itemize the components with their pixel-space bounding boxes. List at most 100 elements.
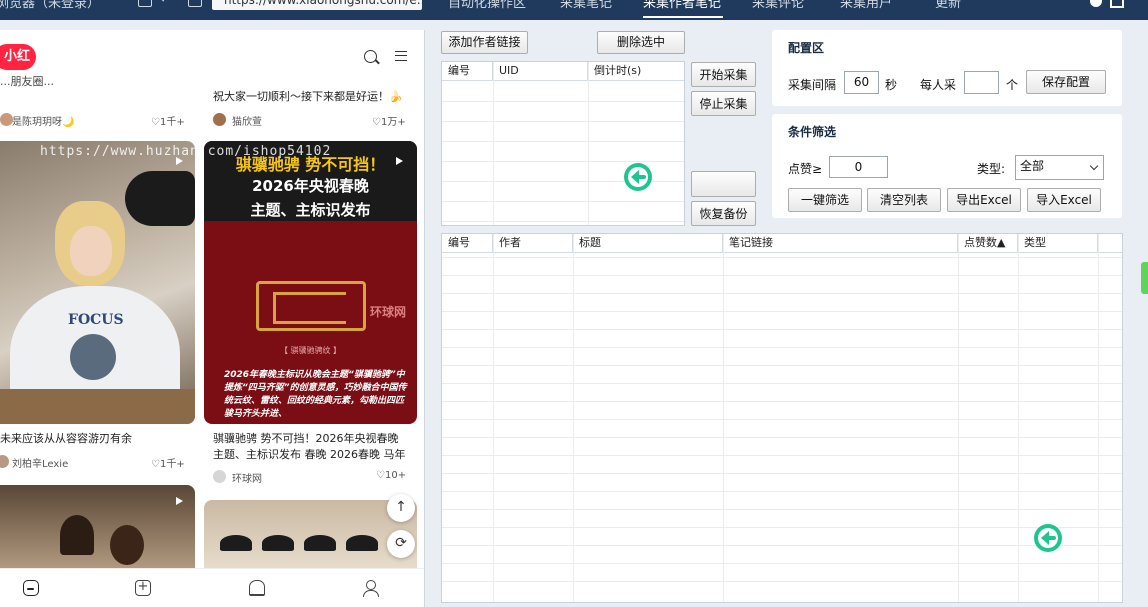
hat-shape	[346, 535, 378, 551]
document-icon[interactable]	[138, 0, 152, 7]
column-header[interactable]: 标题	[573, 234, 723, 253]
import-excel-button[interactable]: 导入Excel	[1027, 188, 1101, 212]
back-arrow-icon[interactable]	[624, 163, 652, 191]
qr-code-icon[interactable]	[1110, 0, 1124, 8]
card-title[interactable]: 骐骥驰骋 势不可挡！2026年央视春晚主题、主标识发布 春晚 2026春晚 马年	[213, 431, 408, 463]
card-author[interactable]: 是陈玥玥呀🌙	[12, 113, 74, 128]
folder-icon[interactable]	[188, 0, 202, 7]
column-header[interactable]: UID	[493, 62, 588, 81]
column-header[interactable]: 点赞数▲	[958, 234, 1018, 253]
back-arrow-icon[interactable]: ↩	[160, 0, 172, 7]
refresh-button[interactable]: ⟳	[387, 530, 415, 558]
column-header[interactable]: 类型	[1018, 234, 1098, 253]
grid-line	[442, 311, 1122, 312]
table-header: 编号 作者 标题 笔记链接 点赞数▲ 类型	[442, 234, 1122, 253]
likes-min-input[interactable]: 0	[829, 156, 888, 178]
poster-subline: 主题、主标识发布	[250, 201, 371, 219]
blank-button[interactable]	[691, 171, 756, 197]
search-icon[interactable]	[364, 50, 377, 63]
start-collect-button[interactable]: 开始采集	[691, 62, 756, 87]
poster-description: 2026年春晚主标识从晚会主题“骐骥驰骋”中提炼“四马齐驱”的创意灵感，巧妙融合…	[224, 370, 407, 419]
grid-line	[442, 509, 1122, 510]
column-header[interactable]: 笔记链接	[723, 234, 958, 253]
person-face	[70, 226, 112, 276]
profile-icon[interactable]	[362, 580, 379, 597]
card-likes[interactable]: ♡1千+	[151, 113, 185, 128]
restore-backup-button[interactable]: 恢复备份	[691, 201, 756, 226]
card-title[interactable]: ...朋友圈...	[0, 74, 195, 104]
tab-update[interactable]: 更新	[935, 0, 961, 11]
stop-collect-button[interactable]: 停止采集	[691, 91, 756, 116]
card-likes-count: 1万+	[380, 117, 406, 128]
type-select[interactable]: 全部	[1015, 155, 1104, 180]
add-post-icon[interactable]: +	[135, 580, 151, 596]
poster-subline: 2026年央视春晚	[252, 177, 369, 195]
menu-icon[interactable]	[395, 51, 407, 61]
tab-collect-notes[interactable]: 采集笔记	[560, 0, 612, 11]
author-table[interactable]: 编号 UID 倒计时(s)	[441, 61, 685, 226]
xiaohongshu-logo: 小红书	[0, 44, 36, 90]
column-header[interactable]: 倒计时(s)	[588, 62, 684, 81]
scroll-top-button[interactable]: ↑	[387, 494, 415, 522]
save-config-button[interactable]: 保存配置	[1026, 70, 1106, 94]
grid-line	[442, 121, 684, 122]
export-excel-button[interactable]: 导出Excel	[947, 188, 1021, 212]
delete-selected-button[interactable]: 删除选中	[597, 31, 685, 54]
grid-line	[442, 473, 1122, 474]
config-panel: 配置区 采集间隔 60 秒 每人采 个 保存配置	[772, 30, 1122, 106]
heart-icon: ♡	[372, 117, 381, 128]
note-cover-image[interactable]: FOCUS	[0, 141, 195, 424]
per-person-unit: 个	[1006, 78, 1019, 92]
side-handle[interactable]	[1141, 262, 1148, 294]
grid-line	[442, 257, 1122, 258]
grid-line	[442, 161, 684, 162]
notification-bell-icon[interactable]	[249, 580, 265, 596]
address-bar[interactable]: https://www.xiaohongshu.com/e...	[212, 0, 422, 10]
tab-automation[interactable]: 自动化操作区	[448, 0, 526, 11]
top-bar: 浏览器（未登录） ↩ https://www.xiaohongshu.com/e…	[0, 0, 1148, 20]
card-author[interactable]: 猫欣萱	[232, 113, 262, 128]
interval-input[interactable]: 60	[844, 71, 879, 94]
note-cover-image[interactable]: 骐骥驰骋 势不可挡！ 2026年央视春晚 主题、主标识发布 环球网 【 骐骥驰骋…	[204, 141, 417, 424]
poster-caption: 【 骐骥驰骋纹 】	[279, 346, 342, 355]
card-likes[interactable]: ♡1万+	[372, 113, 406, 128]
card-likes-count: 1千+	[159, 459, 185, 470]
user-icon[interactable]	[1090, 0, 1102, 7]
tab-collect-comments[interactable]: 采集评论	[752, 0, 804, 11]
embedded-browser[interactable]: 小红书 ...朋友圈... 是陈玥玥呀🌙 ♡1千+ 祝大家一切顺利～接下来都是好…	[0, 30, 425, 607]
one-click-filter-button[interactable]: 一键筛选	[788, 188, 862, 212]
clear-list-button[interactable]: 清空列表	[867, 188, 941, 212]
heart-icon: ♡	[151, 459, 160, 470]
card-likes-count: 10+	[384, 470, 407, 481]
card-likes[interactable]: ♡10+	[376, 470, 406, 481]
grid-line	[442, 201, 684, 202]
grid-line	[442, 581, 1122, 582]
tab-collect-users[interactable]: 采集用户	[840, 0, 892, 11]
back-arrow-icon[interactable]	[1034, 524, 1062, 552]
column-header[interactable]: 编号	[442, 234, 493, 253]
grid-line	[1098, 234, 1099, 602]
grid-line	[442, 437, 1122, 438]
add-author-link-button[interactable]: 添加作者链接	[441, 31, 528, 54]
heart-icon: ♡	[151, 117, 160, 128]
note-cover-image[interactable]	[204, 500, 417, 575]
column-header[interactable]: 编号	[442, 62, 493, 81]
filter-panel: 条件筛选 点赞≥ 0 类型: 全部 一键筛选 清空列表 导出Excel 导入Ex…	[772, 114, 1122, 218]
grid-line	[442, 293, 1122, 294]
card-title[interactable]: 祝大家一切顺利～接下来都是好运！🍌	[213, 89, 418, 105]
card-author[interactable]: 环球网	[232, 470, 262, 485]
card-title[interactable]: 未来应该从从容容游刃有余	[0, 431, 195, 447]
results-table[interactable]: 编号 作者 标题 笔记链接 点赞数▲ 类型	[441, 233, 1123, 603]
column-header[interactable]: 作者	[493, 234, 573, 253]
card-likes[interactable]: ♡1千+	[151, 455, 185, 470]
card-author[interactable]: 刘柏辛Lexie	[12, 455, 68, 470]
per-person-input[interactable]	[964, 71, 999, 94]
grid-line	[442, 563, 1122, 564]
grid-line	[1018, 234, 1019, 602]
grid-line	[493, 234, 494, 602]
hat-shape	[304, 535, 336, 551]
note-cover-image[interactable]	[0, 485, 195, 575]
tab-collect-author-notes[interactable]: 采集作者笔记	[643, 0, 721, 11]
home-icon[interactable]	[23, 580, 39, 596]
person-shape	[110, 525, 144, 565]
